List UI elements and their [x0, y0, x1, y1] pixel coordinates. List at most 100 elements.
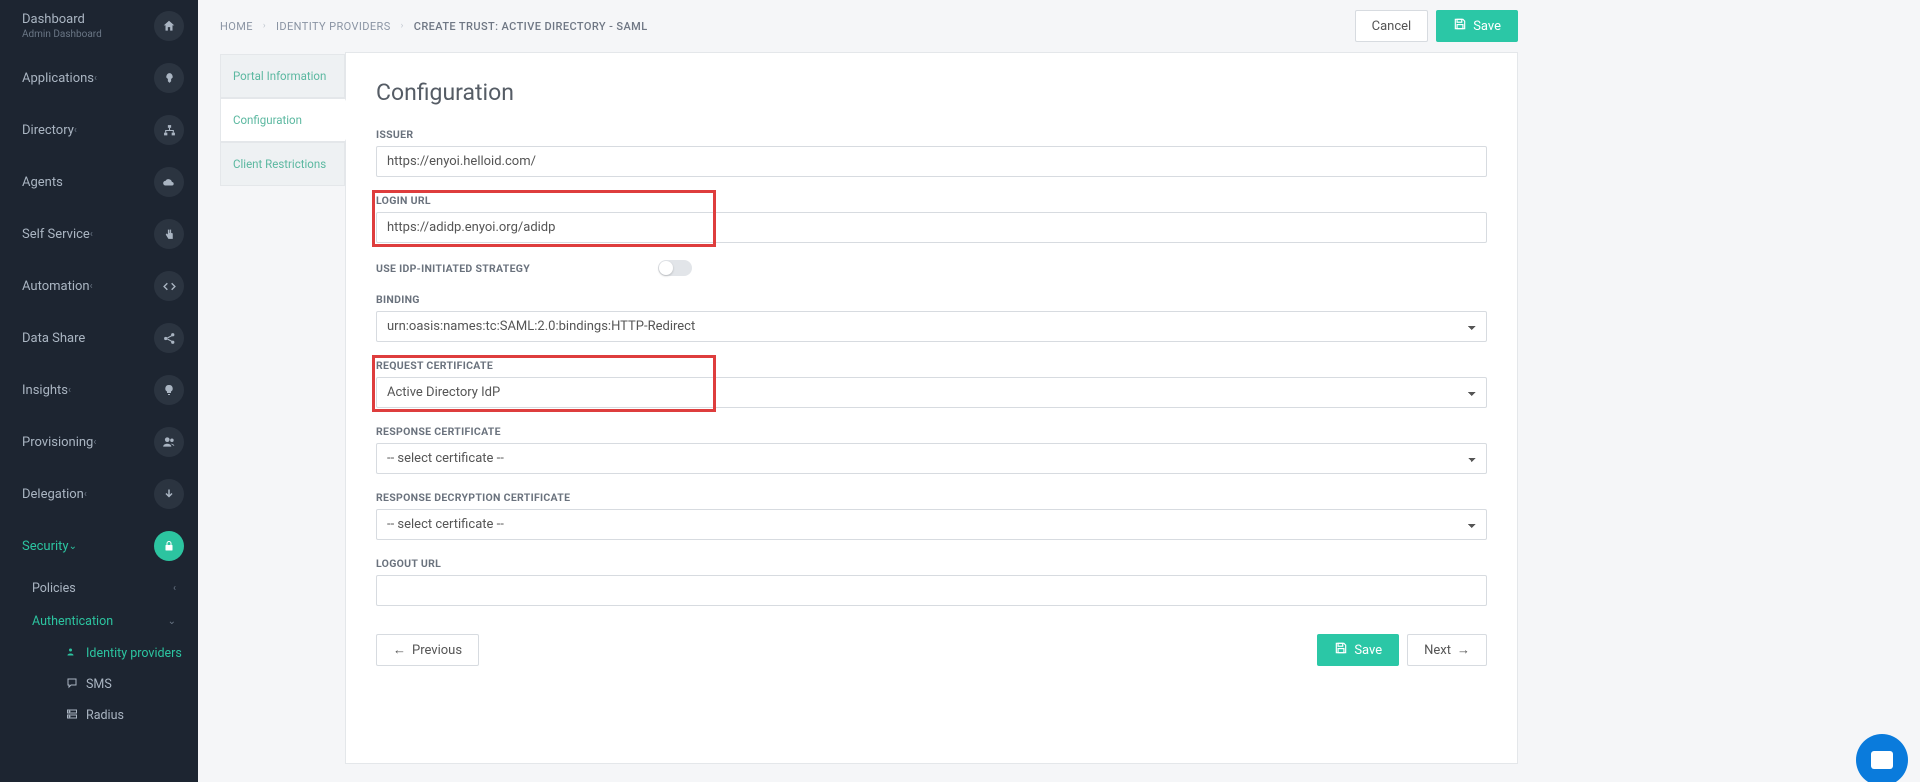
- field-binding: Binding urn:oasis:names:tc:SAML:2.0:bind…: [376, 293, 1487, 342]
- config-panel: Configuration Issuer Login URL Use IdP-i…: [345, 52, 1518, 764]
- idp-strategy-toggle[interactable]: [658, 260, 692, 276]
- sidebar-label: Agents: [22, 175, 63, 190]
- save-button-bottom[interactable]: Save: [1317, 634, 1399, 666]
- chat-icon: [1871, 751, 1893, 769]
- chevron-left-icon: ‹: [90, 281, 93, 292]
- login-url-input[interactable]: [376, 212, 1487, 243]
- issuer-input[interactable]: [376, 146, 1487, 177]
- request-cert-select[interactable]: Active Directory IdP: [376, 377, 1487, 408]
- response-decrypt-cert-select[interactable]: -- select certificate --: [376, 509, 1487, 540]
- security-submenu: Policies ‹ Authentication ⌄ Identity pro…: [0, 572, 198, 731]
- chevron-left-icon: ‹: [93, 437, 96, 448]
- cancel-button[interactable]: Cancel: [1355, 10, 1429, 42]
- sidebar-leaf-radius[interactable]: Radius: [28, 700, 198, 731]
- sidebar-item-selfservice[interactable]: Self Service ‹: [0, 208, 198, 260]
- crumb-home[interactable]: HOME: [220, 20, 253, 33]
- sidebar-label: Insights: [22, 383, 68, 398]
- sidebar-item-datashare[interactable]: Data Share: [0, 312, 198, 364]
- sidebar-item-delegation[interactable]: Delegation ‹: [0, 468, 198, 520]
- sitemap-icon: [154, 115, 184, 145]
- save-icon: [1334, 641, 1348, 659]
- field-login-url: Login URL: [376, 194, 1487, 243]
- button-label: Previous: [412, 643, 462, 658]
- chevron-left-icon: ‹: [68, 385, 71, 396]
- home-icon: [154, 11, 184, 41]
- sidebar-leaf-sms[interactable]: SMS: [28, 669, 198, 700]
- field-label: Logout URL: [376, 557, 1487, 570]
- sidebar-item-directory[interactable]: Directory ‹: [0, 104, 198, 156]
- sidebar-leaf-identity-providers[interactable]: Identity providers: [28, 638, 198, 669]
- button-label: Next: [1424, 643, 1451, 658]
- sidebar-label: Dashboard: [22, 12, 102, 27]
- button-label: Cancel: [1372, 19, 1412, 34]
- sidebar-item-dashboard[interactable]: Dashboard Admin Dashboard: [0, 0, 198, 52]
- sidebar-sublabel: Admin Dashboard: [22, 29, 102, 40]
- tab-configuration[interactable]: Configuration: [220, 98, 345, 142]
- response-cert-select[interactable]: -- select certificate --: [376, 443, 1487, 474]
- sidebar-item-insights[interactable]: Insights ‹: [0, 364, 198, 416]
- tab-client-restrictions[interactable]: Client Restrictions: [220, 142, 345, 186]
- sidebar-sub-policies[interactable]: Policies ‹: [28, 572, 198, 605]
- sidebar-item-applications[interactable]: Applications ‹: [0, 52, 198, 104]
- chevron-down-icon: ⌄: [69, 541, 77, 552]
- rocket-icon: [154, 63, 184, 93]
- sidebar-sub-authentication[interactable]: Authentication ⌄: [28, 605, 198, 638]
- field-request-certificate: Request Certificate Active Directory IdP: [376, 359, 1487, 408]
- arrow-down-icon: [154, 479, 184, 509]
- arrow-left-icon: ←: [393, 642, 406, 658]
- page-title: Configuration: [376, 79, 1487, 106]
- field-response-certificate: Response Certificate -- select certifica…: [376, 425, 1487, 474]
- field-label: Binding: [376, 293, 1487, 306]
- sidebar-label: Security: [22, 539, 69, 554]
- logout-url-input[interactable]: [376, 575, 1487, 606]
- chevron-right-icon: ›: [401, 21, 404, 31]
- cloud-icon: [154, 167, 184, 197]
- sidebar-item-agents[interactable]: Agents: [0, 156, 198, 208]
- field-label: Request Certificate: [376, 359, 1487, 372]
- chat-widget-button[interactable]: [1856, 734, 1908, 782]
- sidebar-label: Directory: [22, 123, 74, 138]
- binding-select[interactable]: urn:oasis:names:tc:SAML:2.0:bindings:HTT…: [376, 311, 1487, 342]
- code-icon: [154, 271, 184, 301]
- lock-icon: [154, 531, 184, 561]
- sidebar-label: Automation: [22, 279, 90, 294]
- button-label: Save: [1354, 643, 1382, 658]
- field-label: Response Decryption Certificate: [376, 491, 1487, 504]
- field-label: Use IdP-initiated strategy: [376, 262, 658, 275]
- sidebar-label: Delegation: [22, 487, 84, 502]
- field-label: Response Certificate: [376, 425, 1487, 438]
- sidebar: Dashboard Admin Dashboard Applications ‹…: [0, 0, 198, 782]
- sidebar-item-security[interactable]: Security ⌄: [0, 520, 198, 572]
- server-icon: [66, 708, 86, 723]
- next-button[interactable]: Next →: [1407, 634, 1487, 666]
- tab-column: Portal Information Configuration Client …: [220, 54, 345, 764]
- users-icon: [66, 646, 86, 661]
- bulb-icon: [154, 375, 184, 405]
- main: HOME › IDENTITY PROVIDERS › CREATE TRUST…: [198, 0, 1920, 782]
- button-label: Save: [1473, 19, 1501, 34]
- previous-button[interactable]: ← Previous: [376, 634, 479, 666]
- chevron-left-icon: ‹: [90, 229, 93, 240]
- chevron-down-icon: ⌄: [168, 616, 176, 627]
- top-actions: Cancel Save: [1355, 10, 1518, 42]
- sidebar-item-provisioning[interactable]: Provisioning ‹: [0, 416, 198, 468]
- chevron-left-icon: ‹: [94, 73, 97, 84]
- hand-icon: [154, 219, 184, 249]
- field-logout-url: Logout URL: [376, 557, 1487, 606]
- share-icon: [154, 323, 184, 353]
- sidebar-label: Self Service: [22, 227, 90, 242]
- leaf-label: Radius: [86, 708, 124, 723]
- crumb-identity-providers[interactable]: IDENTITY PROVIDERS: [276, 20, 391, 33]
- crumb-current: CREATE TRUST: ACTIVE DIRECTORY - SAML: [414, 20, 648, 33]
- field-response-decryption-certificate: Response Decryption Certificate -- selec…: [376, 491, 1487, 540]
- field-idp-strategy: Use IdP-initiated strategy: [376, 260, 1487, 276]
- leaf-label: Identity providers: [86, 646, 182, 661]
- breadcrumb: HOME › IDENTITY PROVIDERS › CREATE TRUST…: [220, 20, 648, 33]
- chevron-left-icon: ‹: [173, 583, 176, 594]
- save-icon: [1453, 17, 1467, 35]
- field-label: Issuer: [376, 128, 1487, 141]
- sidebar-item-automation[interactable]: Automation ‹: [0, 260, 198, 312]
- tab-portal-information[interactable]: Portal Information: [220, 54, 345, 98]
- sidebar-sub-label: Authentication: [32, 614, 113, 629]
- save-button-top[interactable]: Save: [1436, 10, 1518, 42]
